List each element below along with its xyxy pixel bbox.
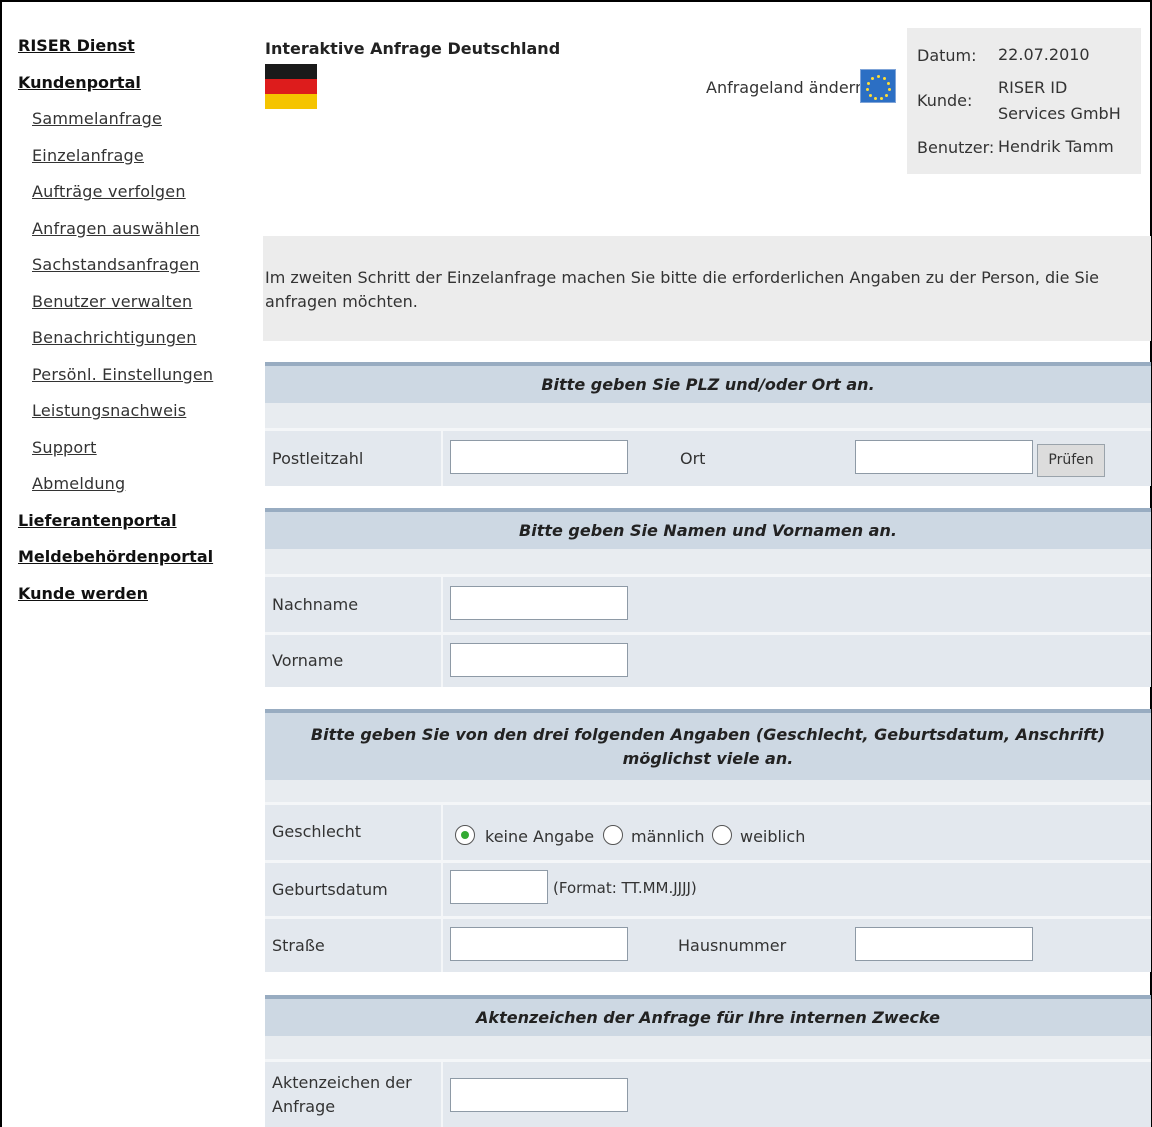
geschlecht-label: Geschlecht	[272, 822, 362, 841]
gender-weiblich-radio[interactable]	[712, 825, 732, 845]
nachname-label: Nachname	[272, 595, 359, 614]
aktenzeichen-input[interactable]	[450, 1078, 628, 1112]
flag-stripe-gold	[265, 94, 317, 109]
gender-weiblich-label: weiblich	[740, 827, 806, 846]
germany-flag-icon	[265, 64, 317, 109]
column-divider	[441, 863, 443, 916]
column-divider	[441, 805, 443, 860]
geburtsdatum-input[interactable]	[450, 870, 548, 904]
sidebar-item-anfragen-auswaehlen[interactable]: Anfragen auswählen	[32, 217, 243, 254]
section-spacer	[265, 1036, 1151, 1059]
section-header-aktenzeichen: Aktenzeichen der Anfrage für Ihre intern…	[265, 995, 1151, 1036]
gender-maennlich-label: männlich	[631, 827, 705, 846]
strasse-label: Straße	[272, 936, 325, 955]
sidebar-item-abmeldung[interactable]: Abmeldung	[32, 472, 243, 509]
form-row-strasse: Straße Hausnummer	[265, 916, 1151, 972]
gender-keine-angabe-radio[interactable]	[455, 825, 475, 845]
section-spacer	[265, 549, 1151, 574]
form-row-plz-ort: Postleitzahl Ort Prüfen	[265, 428, 1151, 486]
form-row-geburtsdatum: Geburtsdatum (Format: TT.MM.JJJJ)	[265, 860, 1151, 916]
section-header-details: Bitte geben Sie von den drei folgenden A…	[265, 709, 1151, 780]
eu-flag-icon[interactable]	[860, 69, 896, 103]
sidebar-nav: RISER Dienst Kundenportal Sammelanfrage …	[18, 34, 243, 618]
section-spacer	[265, 780, 1151, 802]
kunde-value-line1: RISER ID	[998, 78, 1068, 97]
sidebar-item-lieferantenportal[interactable]: Lieferantenportal	[18, 509, 243, 546]
hausnummer-input[interactable]	[855, 927, 1033, 961]
plz-label: Postleitzahl	[272, 449, 364, 468]
section-header-plz-ort: Bitte geben Sie PLZ und/oder Ort an.	[265, 362, 1151, 403]
ort-input[interactable]	[855, 440, 1033, 474]
sidebar-item-benutzer-verwalten[interactable]: Benutzer verwalten	[32, 290, 243, 327]
benutzer-label: Benutzer:	[917, 138, 995, 157]
hausnummer-label: Hausnummer	[678, 936, 787, 955]
form-row-vorname: Vorname	[265, 632, 1151, 687]
kunde-value-line2: Services GmbH	[998, 104, 1121, 123]
intro-text: Im zweiten Schritt der Einzelanfrage mac…	[263, 236, 1151, 341]
ort-label: Ort	[680, 449, 706, 468]
date-format-hint: (Format: TT.MM.JJJJ)	[553, 879, 697, 897]
sidebar-item-persoenl-einstellungen[interactable]: Persönl. Einstellungen	[32, 363, 243, 400]
aktenzeichen-label-line1: Aktenzeichen der	[272, 1073, 412, 1092]
flag-stripe-red	[265, 79, 317, 94]
sidebar-item-kunde-werden[interactable]: Kunde werden	[18, 582, 243, 619]
aktenzeichen-label: Aktenzeichen der Anfrage	[272, 1071, 412, 1119]
geburtsdatum-label: Geburtsdatum	[272, 880, 388, 899]
gender-maennlich-radio[interactable]	[603, 825, 623, 845]
form-row-aktenzeichen: Aktenzeichen der Anfrage	[265, 1059, 1151, 1127]
plz-input[interactable]	[450, 440, 628, 474]
column-divider	[441, 635, 443, 687]
strasse-input[interactable]	[450, 927, 628, 961]
sidebar-item-sachstandsanfragen[interactable]: Sachstandsanfragen	[32, 253, 243, 290]
sidebar-item-einzelanfrage[interactable]: Einzelanfrage	[32, 144, 243, 181]
sidebar-item-support[interactable]: Support	[32, 436, 243, 473]
datum-label: Datum:	[917, 46, 977, 65]
gender-keine-angabe-label: keine Angabe	[485, 827, 595, 846]
datum-value: 22.07.2010	[998, 45, 1090, 64]
column-divider	[441, 1062, 443, 1127]
sidebar-item-leistungsnachweis[interactable]: Leistungsnachweis	[32, 399, 243, 436]
change-country-link[interactable]: Anfrageland ändern	[706, 78, 865, 97]
session-info-box: Datum: 22.07.2010 Kunde: RISER ID Servic…	[907, 28, 1141, 174]
nachname-input[interactable]	[450, 586, 628, 620]
form-row-nachname: Nachname	[265, 574, 1151, 632]
vorname-label: Vorname	[272, 651, 344, 670]
flag-stripe-black	[265, 64, 317, 79]
sidebar-item-sammelanfrage[interactable]: Sammelanfrage	[32, 107, 243, 144]
sidebar-item-meldebehoerdenportal[interactable]: Meldebehördenportal	[18, 545, 243, 582]
column-divider	[441, 919, 443, 972]
benutzer-value: Hendrik Tamm	[998, 137, 1114, 156]
section-header-name: Bitte geben Sie Namen und Vornamen an.	[265, 508, 1151, 549]
kunde-label: Kunde:	[917, 91, 973, 110]
form-row-geschlecht: Geschlecht keine Angabe männlich weiblic…	[265, 802, 1151, 860]
column-divider	[441, 431, 443, 486]
column-divider	[441, 577, 443, 632]
vorname-input[interactable]	[450, 643, 628, 677]
sidebar-item-auftraege-verfolgen[interactable]: Aufträge verfolgen	[32, 180, 243, 217]
sidebar-item-benachrichtigungen[interactable]: Benachrichtigungen	[32, 326, 243, 363]
sidebar-item-kundenportal[interactable]: Kundenportal	[18, 71, 243, 108]
page-title: Interaktive Anfrage Deutschland	[265, 39, 561, 58]
pruefen-button[interactable]: Prüfen	[1037, 444, 1105, 477]
sidebar-item-riser-dienst[interactable]: RISER Dienst	[18, 34, 243, 71]
section-spacer	[265, 403, 1151, 428]
aktenzeichen-label-line2: Anfrage	[272, 1097, 336, 1116]
